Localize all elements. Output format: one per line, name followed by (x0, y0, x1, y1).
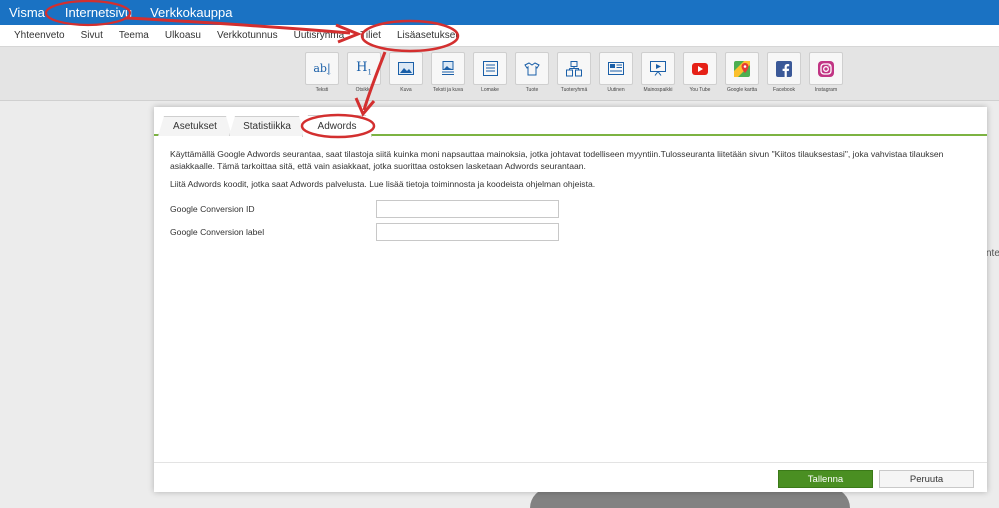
subnav-item-uutisryhma[interactable]: Uutisryhmä (286, 30, 353, 41)
subnav-item-sivut[interactable]: Sivut (73, 30, 111, 41)
tool-text-image[interactable]: Teksti ja kuva (430, 52, 466, 93)
adwords-settings-dialog: Asetukset Statistiikka Adwords Käyttämäl… (154, 107, 987, 492)
adwords-instruction: Liitä Adwords koodit, jotka saat Adwords… (170, 179, 596, 189)
product-icon (524, 61, 540, 75)
subnav-item-teema[interactable]: Teema (111, 30, 157, 41)
tab-statistiikka[interactable]: Statistiikka (229, 116, 305, 136)
tool-product[interactable]: Tuote (514, 52, 550, 93)
tab-asetukset[interactable]: Asetukset (158, 116, 232, 136)
subnav-item-verkkotunnus[interactable]: Verkkotunnus (209, 30, 286, 41)
tool-text[interactable]: ab| Teksti (304, 52, 340, 93)
form-row-conversion-label: Google Conversion label (170, 223, 559, 241)
tool-youtube[interactable]: You Tube (682, 52, 718, 93)
text-icon: ab| (313, 62, 331, 75)
tool-heading[interactable]: H1 Otsikko (346, 52, 382, 93)
conversion-label-input[interactable] (376, 223, 559, 241)
product-group-icon (566, 60, 582, 76)
news-icon (608, 62, 624, 75)
dialog-tabs: Asetukset Statistiikka Adwords (154, 107, 987, 136)
conversion-id-input[interactable] (376, 200, 559, 218)
tool-product-group[interactable]: Tuoteryhmä (556, 52, 592, 93)
tool-facebook[interactable]: Facebook (766, 52, 802, 93)
subnav-item-tiliet[interactable]: Tiliet (352, 30, 389, 41)
heading-icon: H1 (356, 60, 372, 77)
tool-image[interactable]: Kuva (388, 52, 424, 93)
save-button[interactable]: Tallenna (778, 470, 873, 488)
tool-form[interactable]: Lomake (472, 52, 508, 93)
background-edge-text: nte (986, 248, 999, 259)
tool-instagram[interactable]: Instagram (808, 52, 844, 93)
tab-adwords[interactable]: Adwords (302, 115, 372, 137)
top-navigation-bar: Visma Internetsivu Verkkokauppa (0, 0, 999, 25)
text-image-icon (442, 60, 454, 75)
tool-google-maps[interactable]: Google kartta (724, 52, 760, 93)
dialog-footer: Tallenna Peruuta (154, 462, 987, 492)
facebook-icon (776, 60, 792, 77)
nav-internetsivu[interactable]: Internetsivu (55, 0, 142, 25)
instagram-icon (818, 60, 834, 77)
youtube-icon (692, 62, 708, 75)
nav-verkkokauppa[interactable]: Verkkokauppa (142, 0, 240, 25)
tool-ad-slot[interactable]: Mainospaikki (640, 52, 676, 93)
cancel-button[interactable]: Peruuta (879, 470, 974, 488)
subnav-item-yhteenveto[interactable]: Yhteenveto (0, 30, 73, 41)
brand-visma[interactable]: Visma (0, 0, 55, 25)
sub-navigation: Yhteenveto Sivut Teema Ulkoasu Verkkotun… (0, 25, 999, 47)
adwords-description: Käyttämällä Google Adwords seurantaa, sa… (170, 149, 944, 171)
conversion-id-label: Google Conversion ID (170, 204, 255, 214)
subnav-item-ulkoasu[interactable]: Ulkoasu (157, 30, 209, 41)
subnav-item-lisaasetukset[interactable]: Lisäasetukset (389, 30, 466, 41)
ad-slot-icon (650, 61, 666, 76)
tool-news[interactable]: Uutinen (598, 52, 634, 93)
dialog-content: Käyttämällä Google Adwords seurantaa, sa… (170, 148, 978, 190)
image-icon (398, 62, 414, 75)
google-maps-icon (734, 60, 750, 77)
form-row-conversion-id: Google Conversion ID (170, 200, 559, 218)
element-toolbar: ab| Teksti H1 Otsikko Kuva Teksti ja kuv… (304, 52, 844, 93)
form-icon (482, 61, 498, 76)
conversion-label-label: Google Conversion label (170, 227, 265, 237)
